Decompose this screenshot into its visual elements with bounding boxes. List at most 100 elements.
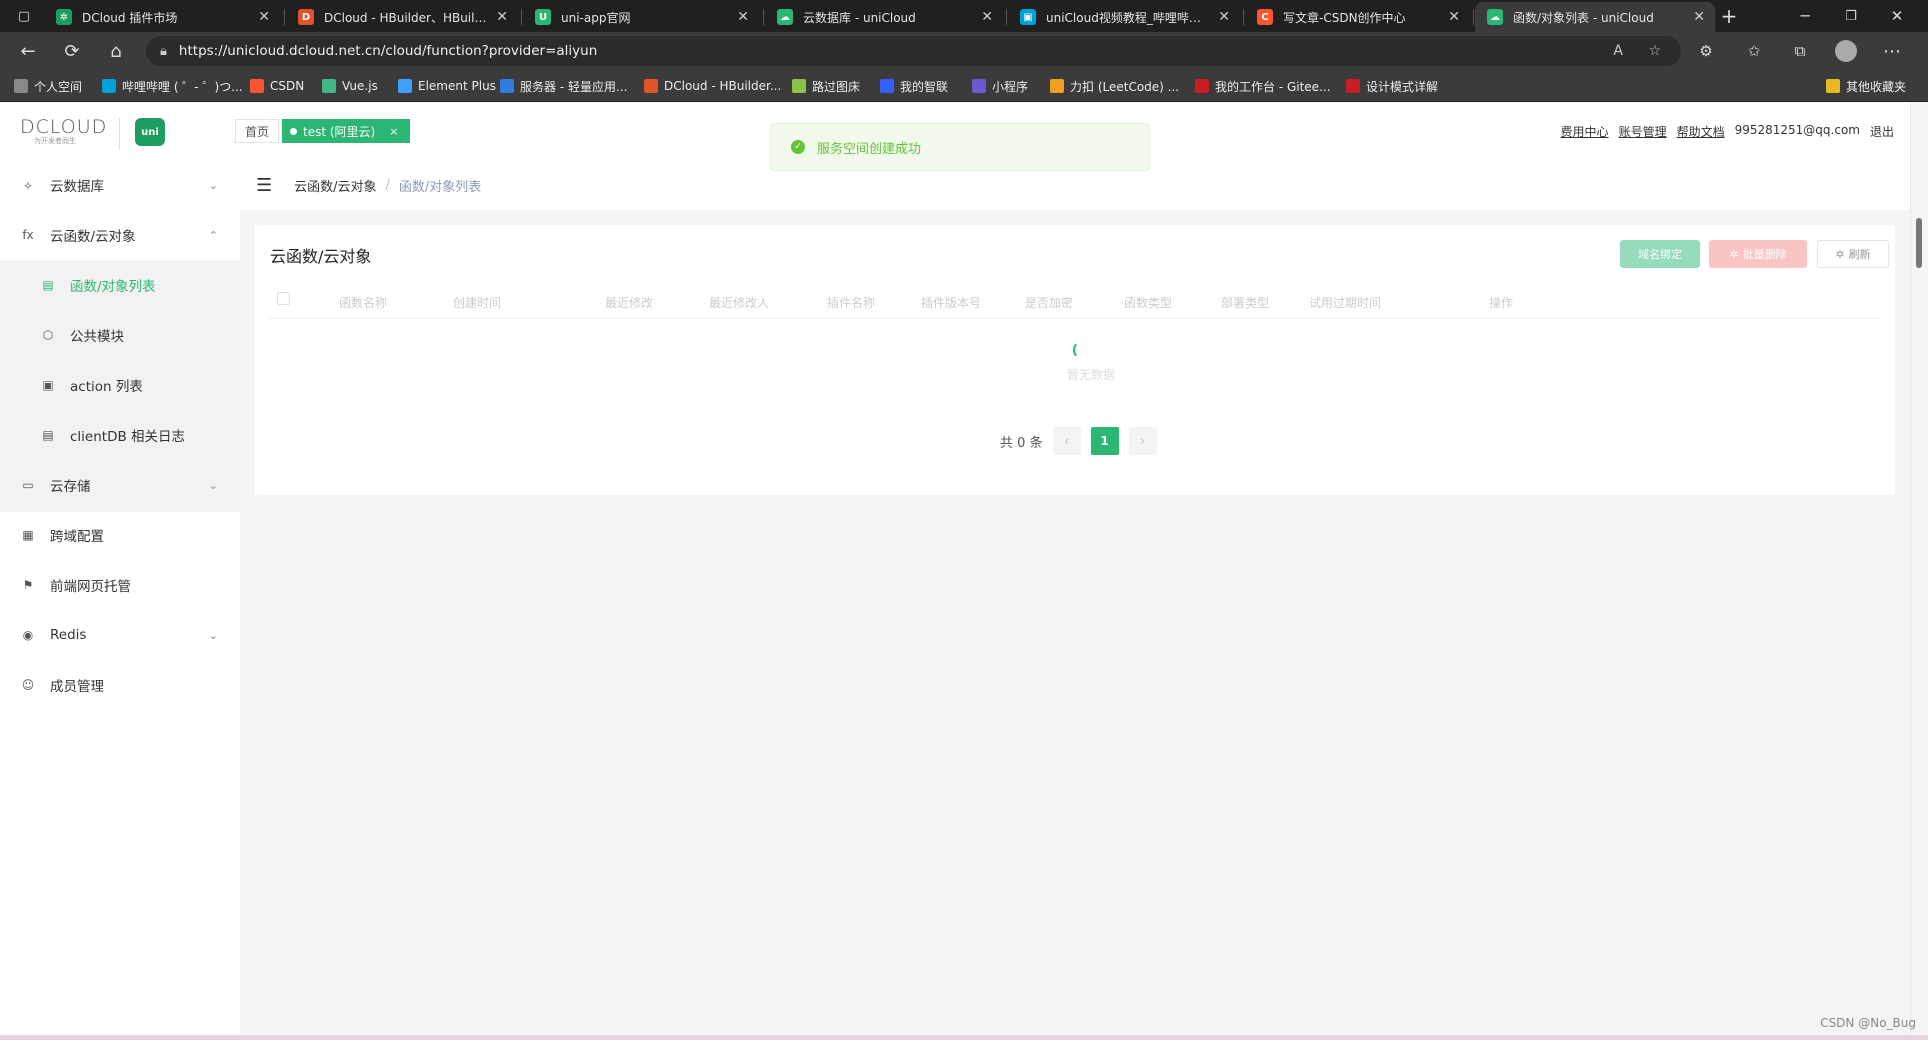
sidebar-item[interactable]: ▦ 跨域配置 [0, 510, 240, 560]
cube-icon: ⬡ [42, 328, 54, 342]
sidebar-item[interactable]: ☺ 成员管理 [0, 660, 240, 710]
column-header: 最近修改人 [709, 296, 770, 310]
scrollbar-thumb[interactable] [1916, 218, 1922, 268]
back-icon[interactable]: ← [14, 39, 42, 63]
refresh-button[interactable]: ✲ 刷新 [1817, 240, 1889, 268]
tab-close-icon[interactable]: ✕ [1693, 9, 1705, 25]
chevron-down-icon[interactable]: ⌄ [209, 629, 218, 642]
collections-icon[interactable]: ⧉ [1786, 39, 1814, 63]
tab-close-icon[interactable]: ✕ [1448, 9, 1460, 25]
bookmark-item[interactable]: CSDN [250, 76, 304, 96]
tag-home[interactable]: 首页 [235, 119, 280, 143]
bookmark-favicon-icon [644, 79, 658, 93]
storage-icon: ▭ [22, 478, 34, 492]
bookmark-item[interactable]: 哔哩哔哩 ( ゜- ゜)つ... [102, 76, 243, 96]
tag-service-space[interactable]: test (阿里云) × [282, 119, 411, 143]
batch-delete-button[interactable]: ✲ 批量删除 [1709, 240, 1807, 268]
chevron-down-icon[interactable]: ⌄ [209, 479, 218, 492]
bookmark-item[interactable]: 小程序 [972, 76, 1028, 96]
billing-center-link[interactable]: 费用中心 [1561, 123, 1609, 140]
bookmark-item[interactable]: DCloud - HBuilder... [644, 76, 781, 96]
extensions-icon[interactable]: ⚙ [1692, 39, 1720, 63]
bookmark-item[interactable]: 设计模式详解 [1346, 76, 1438, 96]
uni-logo-badge[interactable]: uni [135, 118, 165, 146]
tag-service-space-label: test (阿里云) [303, 124, 376, 139]
reload-icon[interactable]: ⟳ [58, 39, 86, 63]
tab-title: uniCloud视频教程_哔哩哔哩_bilibili [1046, 10, 1211, 25]
minimize-button[interactable]: ─ [1782, 0, 1828, 32]
tab-separator [763, 9, 764, 25]
sidebar-item[interactable]: ▤ 函数/对象列表 [0, 260, 240, 310]
bookmark-item[interactable]: 个人空间 [14, 76, 82, 96]
prev-page-button[interactable]: ‹ [1052, 427, 1081, 455]
url-input[interactable]: 🔒︎ https://unicloud.dcloud.net.cn/cloud/… [146, 36, 1681, 66]
sidebar-item[interactable]: ⚑ 前端网页托管 [0, 560, 240, 610]
tag-close-icon[interactable]: × [389, 125, 398, 138]
hosting-icon: ⚑ [22, 578, 34, 592]
tab-title: uni-app官网 [561, 10, 631, 25]
profile-avatar[interactable] [1832, 39, 1860, 63]
tab-favicon-icon: ✲ [56, 9, 72, 25]
bookmark-item[interactable]: 力扣 (LeetCode) ... [1050, 76, 1179, 96]
active-dot-icon [290, 127, 297, 135]
bookmark-item[interactable]: 路过图床 [792, 76, 860, 96]
tab-close-icon[interactable]: ✕ [258, 9, 270, 25]
help-docs-link[interactable]: 帮助文档 [1677, 123, 1725, 140]
account-management-link[interactable]: 账号管理 [1619, 123, 1667, 140]
home-icon[interactable]: ⌂ [102, 39, 130, 63]
bookmark-label: 力扣 (LeetCode) ... [1070, 79, 1180, 94]
browser-tab[interactable]: ▣ uniCloud视频教程_哔哩哔哩_bilibili ✕ [1008, 2, 1240, 32]
bookmark-item[interactable]: Element Plus [398, 76, 496, 96]
sidebar-item[interactable]: ▭ 云存储 ⌄ [0, 460, 240, 510]
restore-button[interactable]: ❐ [1828, 0, 1874, 32]
column-header: 是否加密 [1025, 296, 1074, 310]
tab-close-icon[interactable]: ✕ [981, 9, 993, 25]
column-header: 部署类型 [1221, 296, 1270, 310]
tab-close-icon[interactable]: ✕ [1218, 9, 1230, 25]
bookmark-favicon-icon [792, 79, 806, 93]
bookmark-item[interactable]: 我的智联 [880, 76, 948, 96]
sidebar-item-label: Redis [50, 627, 87, 643]
browser-tab[interactable]: ☁ 云数据库 - uniCloud ✕ [765, 2, 1003, 32]
page-number-button[interactable]: 1 [1090, 427, 1119, 455]
close-window-button[interactable]: ✕ [1874, 0, 1920, 32]
sidebar-item[interactable]: ▣ action 列表 [0, 360, 240, 410]
refresh-label: 刷新 [1848, 248, 1871, 261]
sidebar-item[interactable]: fx 云函数/云对象 ⌃ [0, 210, 240, 260]
sidebar-item[interactable]: ⟡ 云数据库 ⌄ [0, 160, 240, 210]
tab-close-icon[interactable]: ✕ [496, 9, 508, 25]
bookmark-item[interactable]: 我的工作台 - Gitee... [1195, 76, 1331, 96]
logout-link[interactable]: 退出 [1870, 123, 1894, 140]
select-all-checkbox[interactable] [277, 292, 290, 305]
bookmark-item[interactable]: Vue.js [322, 76, 378, 96]
chevron-up-icon[interactable]: ⌃ [209, 229, 218, 242]
chevron-down-icon[interactable]: ⌄ [209, 179, 218, 192]
more-menu-icon[interactable]: ⋯ [1878, 39, 1906, 63]
favorite-icon[interactable]: ☆ [1648, 43, 1661, 59]
read-aloud-icon[interactable]: A [1613, 43, 1623, 59]
tab-favicon-icon: C [1257, 9, 1273, 25]
bookmark-item[interactable]: 服务器 - 轻量应用... [500, 76, 627, 96]
browser-tab[interactable]: Uuni-app官网 ✕ [523, 2, 759, 32]
new-tab-button[interactable]: + [1706, 0, 1752, 32]
sidebar-item[interactable]: ▤ clientDB 相关日志 [0, 410, 240, 460]
browser-tab[interactable]: C 写文章-CSDN创作中心 ✕ [1245, 2, 1470, 32]
other-bookmarks[interactable]: 其他收藏夹 [1826, 76, 1906, 96]
browser-tab[interactable]: ☁ 函数/对象列表 - uniCloud ✕ [1475, 2, 1715, 32]
sidebar-item[interactable]: ◉ Redis ⌄ [0, 610, 240, 660]
next-page-button[interactable]: › [1128, 427, 1157, 455]
tab-actions-icon[interactable]: ▢ [4, 0, 44, 32]
favorites-bar-icon[interactable]: ✩ [1740, 39, 1768, 63]
dcloud-logo[interactable]: DCLOUD 为开发者而生 [20, 116, 108, 148]
breadcrumb-level1[interactable]: 云函数/云对象 [294, 176, 376, 195]
browser-tab[interactable]: ✲ DCloud 插件市场 ✕ [44, 2, 280, 32]
sidebar-item[interactable]: ⬡ 公共模块 [0, 310, 240, 360]
tab-close-icon[interactable]: ✕ [737, 9, 749, 25]
tab-title: 写文章-CSDN创作中心 [1283, 10, 1406, 25]
browser-tab[interactable]: D DCloud - HBuilder、HBuilderX... ✕ [286, 2, 518, 32]
logo-text: DCLOUD [20, 116, 108, 138]
tab-favicon-icon: ☁ [1487, 9, 1503, 25]
page-scrollbar[interactable] [1910, 103, 1928, 1035]
menu-toggle-icon[interactable]: ☰ [256, 175, 272, 196]
domain-bind-button[interactable]: 域名绑定 [1620, 240, 1700, 268]
